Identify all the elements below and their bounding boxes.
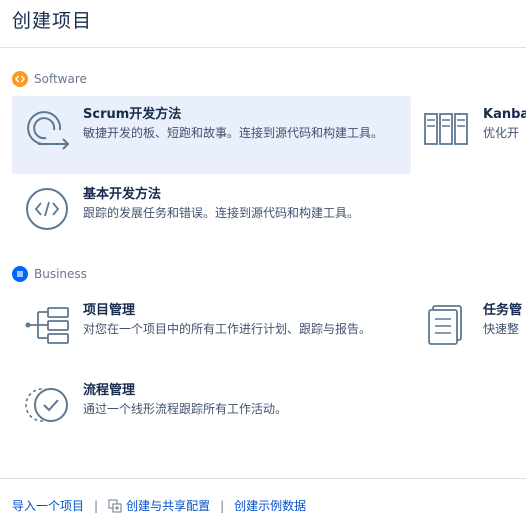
project-type-process-management[interactable]: 流程管理 通过一个线形流程跟踪所有工作活动。 [12, 372, 411, 442]
card-name: 流程管理 [83, 383, 136, 398]
section-label-business: Business [34, 267, 87, 281]
share-config-link[interactable]: 创建与共享配置 [126, 497, 210, 514]
card-name: 项目管理 [83, 303, 136, 318]
card-name: 任务管 [483, 303, 523, 318]
project-type-basic[interactable]: 基本开发方法 跟踪的发展任务和错误。连接到源代码和构建工具。 [12, 176, 411, 254]
import-project-link[interactable]: 导入一个项目 [12, 497, 84, 514]
card-description: 优化开 [483, 126, 520, 140]
footer-separator: | [220, 498, 225, 513]
card-description: 对您在一个项目中的所有工作进行计划、跟踪与报告。 [83, 322, 372, 336]
project-type-scrum[interactable]: Scrum开发方法 敏捷开发的板、短跑和故事。连接到源代码和构建工具。 [12, 96, 411, 174]
card-name: Scrum开发方法 [83, 107, 182, 122]
section-business: Business [12, 266, 87, 282]
card-description: 快速整 [483, 322, 520, 336]
scrum-cycle-icon [24, 106, 70, 152]
header-divider [0, 47, 526, 48]
page-title: 创建项目 [12, 10, 93, 32]
project-type-project-management[interactable]: 项目管理 对您在一个项目中的所有工作进行计划、跟踪与报告。 [12, 292, 411, 370]
list-icon [12, 266, 28, 282]
section-label-software: Software [34, 72, 87, 86]
card-name: Kanban [483, 107, 526, 122]
share-config-icon [108, 499, 122, 513]
card-description: 敏捷开发的板、短跑和故事。连接到源代码和构建工具。 [83, 126, 384, 140]
footer-divider [0, 478, 526, 479]
process-check-icon [24, 382, 70, 428]
card-description: 跟踪的发展任务和错误。连接到源代码和构建工具。 [83, 206, 360, 220]
code-icon [12, 71, 28, 87]
project-type-task-management[interactable]: 任务管 快速整 [412, 292, 526, 370]
footer-separator: | [94, 498, 99, 513]
project-type-kanban[interactable]: Kanban 优化开 [412, 96, 526, 174]
kanban-board-icon [423, 106, 469, 152]
sample-data-link[interactable]: 创建示例数据 [234, 497, 306, 514]
task-list-icon [423, 302, 469, 348]
project-tree-icon [24, 302, 70, 348]
card-name: 基本开发方法 [83, 187, 162, 202]
footer-links: 导入一个项目 | 创建与共享配置 | 创建示例数据 [12, 497, 306, 514]
section-software: Software [12, 71, 87, 87]
code-brackets-icon [24, 186, 70, 232]
card-description: 通过一个线形流程跟踪所有工作活动。 [83, 402, 288, 416]
